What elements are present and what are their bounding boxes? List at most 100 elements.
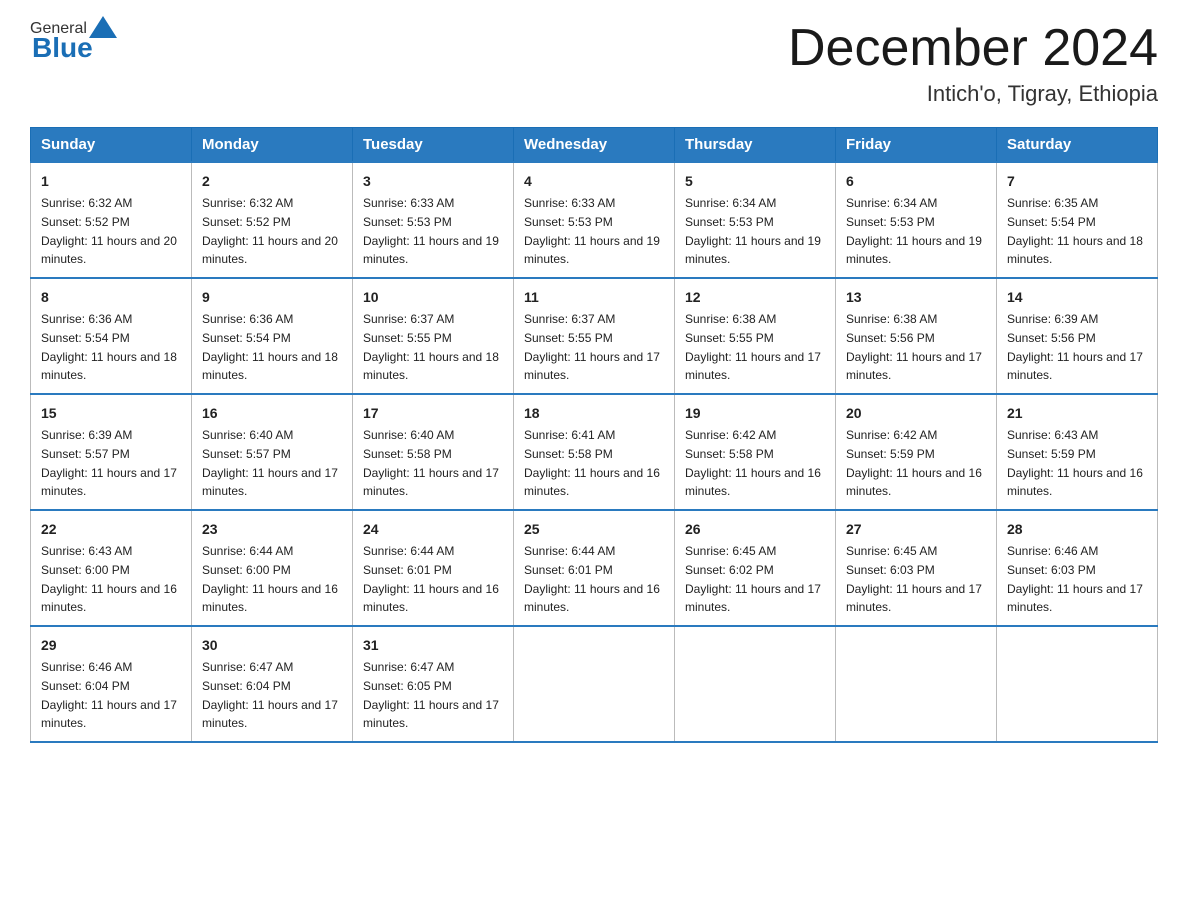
day-info: Sunrise: 6:42 AMSunset: 5:59 PMDaylight:…: [846, 428, 982, 498]
day-info: Sunrise: 6:37 AMSunset: 5:55 PMDaylight:…: [363, 312, 499, 382]
calendar-cell: 3 Sunrise: 6:33 AMSunset: 5:53 PMDaylight…: [353, 162, 514, 278]
day-info: Sunrise: 6:45 AMSunset: 6:03 PMDaylight:…: [846, 544, 982, 614]
day-info: Sunrise: 6:42 AMSunset: 5:58 PMDaylight:…: [685, 428, 821, 498]
weekday-header-wednesday: Wednesday: [514, 128, 675, 163]
day-info: Sunrise: 6:44 AMSunset: 6:01 PMDaylight:…: [363, 544, 499, 614]
calendar-cell: [997, 626, 1158, 742]
weekday-header-saturday: Saturday: [997, 128, 1158, 163]
day-info: Sunrise: 6:46 AMSunset: 6:03 PMDaylight:…: [1007, 544, 1143, 614]
weekday-header-row: SundayMondayTuesdayWednesdayThursdayFrid…: [31, 128, 1158, 163]
day-info: Sunrise: 6:40 AMSunset: 5:58 PMDaylight:…: [363, 428, 499, 498]
title-area: December 2024 Intich'o, Tigray, Ethiopia: [788, 20, 1158, 107]
weekday-header-friday: Friday: [836, 128, 997, 163]
day-info: Sunrise: 6:41 AMSunset: 5:58 PMDaylight:…: [524, 428, 660, 498]
calendar-cell: 19 Sunrise: 6:42 AMSunset: 5:58 PMDayligh…: [675, 394, 836, 510]
calendar-cell: 7 Sunrise: 6:35 AMSunset: 5:54 PMDaylight…: [997, 162, 1158, 278]
calendar-cell: 31Sunrise: 6:47 AMSunset: 6:05 PMDayligh…: [353, 626, 514, 742]
day-info: Sunrise: 6:38 AMSunset: 5:55 PMDaylight:…: [685, 312, 821, 382]
calendar-cell: 17 Sunrise: 6:40 AMSunset: 5:58 PMDayligh…: [353, 394, 514, 510]
day-info: Sunrise: 6:34 AMSunset: 5:53 PMDaylight:…: [846, 196, 982, 266]
day-info: Sunrise: 6:40 AMSunset: 5:57 PMDaylight:…: [202, 428, 338, 498]
calendar-cell: 30 Sunrise: 6:47 AMSunset: 6:04 PMDayligh…: [192, 626, 353, 742]
calendar-week-row: 8 Sunrise: 6:36 AMSunset: 5:54 PMDaylight…: [31, 278, 1158, 394]
day-number: 5: [685, 171, 825, 192]
calendar-week-row: 1 Sunrise: 6:32 AMSunset: 5:52 PMDaylight…: [31, 162, 1158, 278]
day-number: 18: [524, 403, 664, 424]
day-number: 10: [363, 287, 503, 308]
calendar-cell: 23Sunrise: 6:44 AMSunset: 6:00 PMDayligh…: [192, 510, 353, 626]
day-info: Sunrise: 6:33 AMSunset: 5:53 PMDaylight:…: [524, 196, 660, 266]
day-info: Sunrise: 6:37 AMSunset: 5:55 PMDaylight:…: [524, 312, 660, 382]
calendar-cell: 14 Sunrise: 6:39 AMSunset: 5:56 PMDayligh…: [997, 278, 1158, 394]
day-number: 2: [202, 171, 342, 192]
day-number: 9: [202, 287, 342, 308]
day-info: Sunrise: 6:36 AMSunset: 5:54 PMDaylight:…: [41, 312, 177, 382]
day-number: 25: [524, 519, 664, 540]
calendar-cell: 15 Sunrise: 6:39 AMSunset: 5:57 PMDayligh…: [31, 394, 192, 510]
calendar-cell: 4 Sunrise: 6:33 AMSunset: 5:53 PMDaylight…: [514, 162, 675, 278]
calendar-cell: 10 Sunrise: 6:37 AMSunset: 5:55 PMDayligh…: [353, 278, 514, 394]
day-info: Sunrise: 6:33 AMSunset: 5:53 PMDaylight:…: [363, 196, 499, 266]
day-number: 28: [1007, 519, 1147, 540]
calendar-week-row: 22 Sunrise: 6:43 AMSunset: 6:00 PMDayligh…: [31, 510, 1158, 626]
day-number: 21: [1007, 403, 1147, 424]
calendar-cell: 22 Sunrise: 6:43 AMSunset: 6:00 PMDayligh…: [31, 510, 192, 626]
day-number: 4: [524, 171, 664, 192]
day-number: 3: [363, 171, 503, 192]
day-info: Sunrise: 6:39 AMSunset: 5:57 PMDaylight:…: [41, 428, 177, 498]
day-info: Sunrise: 6:39 AMSunset: 5:56 PMDaylight:…: [1007, 312, 1143, 382]
calendar-week-row: 29Sunrise: 6:46 AMSunset: 6:04 PMDayligh…: [31, 626, 1158, 742]
day-info: Sunrise: 6:34 AMSunset: 5:53 PMDaylight:…: [685, 196, 821, 266]
calendar-cell: 21 Sunrise: 6:43 AMSunset: 5:59 PMDayligh…: [997, 394, 1158, 510]
day-number: 24: [363, 519, 503, 540]
weekday-header-monday: Monday: [192, 128, 353, 163]
day-number: 14: [1007, 287, 1147, 308]
calendar-cell: 1 Sunrise: 6:32 AMSunset: 5:52 PMDaylight…: [31, 162, 192, 278]
calendar-week-row: 15 Sunrise: 6:39 AMSunset: 5:57 PMDayligh…: [31, 394, 1158, 510]
day-number: 6: [846, 171, 986, 192]
day-number: 22: [41, 519, 181, 540]
day-number: 23: [202, 519, 342, 540]
day-number: 7: [1007, 171, 1147, 192]
calendar-cell: 6 Sunrise: 6:34 AMSunset: 5:53 PMDaylight…: [836, 162, 997, 278]
calendar-cell: 9Sunrise: 6:36 AMSunset: 5:54 PMDaylight…: [192, 278, 353, 394]
calendar-cell: 13Sunrise: 6:38 AMSunset: 5:56 PMDayligh…: [836, 278, 997, 394]
day-number: 27: [846, 519, 986, 540]
day-info: Sunrise: 6:35 AMSunset: 5:54 PMDaylight:…: [1007, 196, 1143, 266]
calendar-cell: 2 Sunrise: 6:32 AMSunset: 5:52 PMDaylight…: [192, 162, 353, 278]
day-number: 26: [685, 519, 825, 540]
calendar-cell: 16 Sunrise: 6:40 AMSunset: 5:57 PMDayligh…: [192, 394, 353, 510]
calendar-cell: 29Sunrise: 6:46 AMSunset: 6:04 PMDayligh…: [31, 626, 192, 742]
day-info: Sunrise: 6:44 AMSunset: 6:01 PMDaylight:…: [524, 544, 660, 614]
day-number: 16: [202, 403, 342, 424]
calendar-cell: 27 Sunrise: 6:45 AMSunset: 6:03 PMDayligh…: [836, 510, 997, 626]
day-info: Sunrise: 6:47 AMSunset: 6:04 PMDaylight:…: [202, 660, 338, 730]
calendar-cell: 8 Sunrise: 6:36 AMSunset: 5:54 PMDaylight…: [31, 278, 192, 394]
calendar-table: SundayMondayTuesdayWednesdayThursdayFrid…: [30, 127, 1158, 743]
day-number: 17: [363, 403, 503, 424]
day-info: Sunrise: 6:38 AMSunset: 5:56 PMDaylight:…: [846, 312, 982, 382]
calendar-cell: 20 Sunrise: 6:42 AMSunset: 5:59 PMDayligh…: [836, 394, 997, 510]
calendar-cell: 24 Sunrise: 6:44 AMSunset: 6:01 PMDayligh…: [353, 510, 514, 626]
day-number: 30: [202, 635, 342, 656]
day-number: 15: [41, 403, 181, 424]
day-number: 19: [685, 403, 825, 424]
calendar-cell: 25 Sunrise: 6:44 AMSunset: 6:01 PMDayligh…: [514, 510, 675, 626]
day-info: Sunrise: 6:46 AMSunset: 6:04 PMDaylight:…: [41, 660, 177, 730]
day-info: Sunrise: 6:32 AMSunset: 5:52 PMDaylight:…: [202, 196, 338, 266]
calendar-cell: 5 Sunrise: 6:34 AMSunset: 5:53 PMDaylight…: [675, 162, 836, 278]
calendar-cell: 26Sunrise: 6:45 AMSunset: 6:02 PMDayligh…: [675, 510, 836, 626]
calendar-cell: 12Sunrise: 6:38 AMSunset: 5:55 PMDayligh…: [675, 278, 836, 394]
day-info: Sunrise: 6:43 AMSunset: 5:59 PMDaylight:…: [1007, 428, 1143, 498]
day-number: 11: [524, 287, 664, 308]
calendar-cell: [675, 626, 836, 742]
day-number: 20: [846, 403, 986, 424]
calendar-cell: [514, 626, 675, 742]
day-info: Sunrise: 6:43 AMSunset: 6:00 PMDaylight:…: [41, 544, 177, 614]
day-info: Sunrise: 6:47 AMSunset: 6:05 PMDaylight:…: [363, 660, 499, 730]
calendar-cell: 18 Sunrise: 6:41 AMSunset: 5:58 PMDayligh…: [514, 394, 675, 510]
day-number: 1: [41, 171, 181, 192]
day-info: Sunrise: 6:32 AMSunset: 5:52 PMDaylight:…: [41, 196, 177, 266]
day-number: 8: [41, 287, 181, 308]
calendar-cell: 11 Sunrise: 6:37 AMSunset: 5:55 PMDayligh…: [514, 278, 675, 394]
